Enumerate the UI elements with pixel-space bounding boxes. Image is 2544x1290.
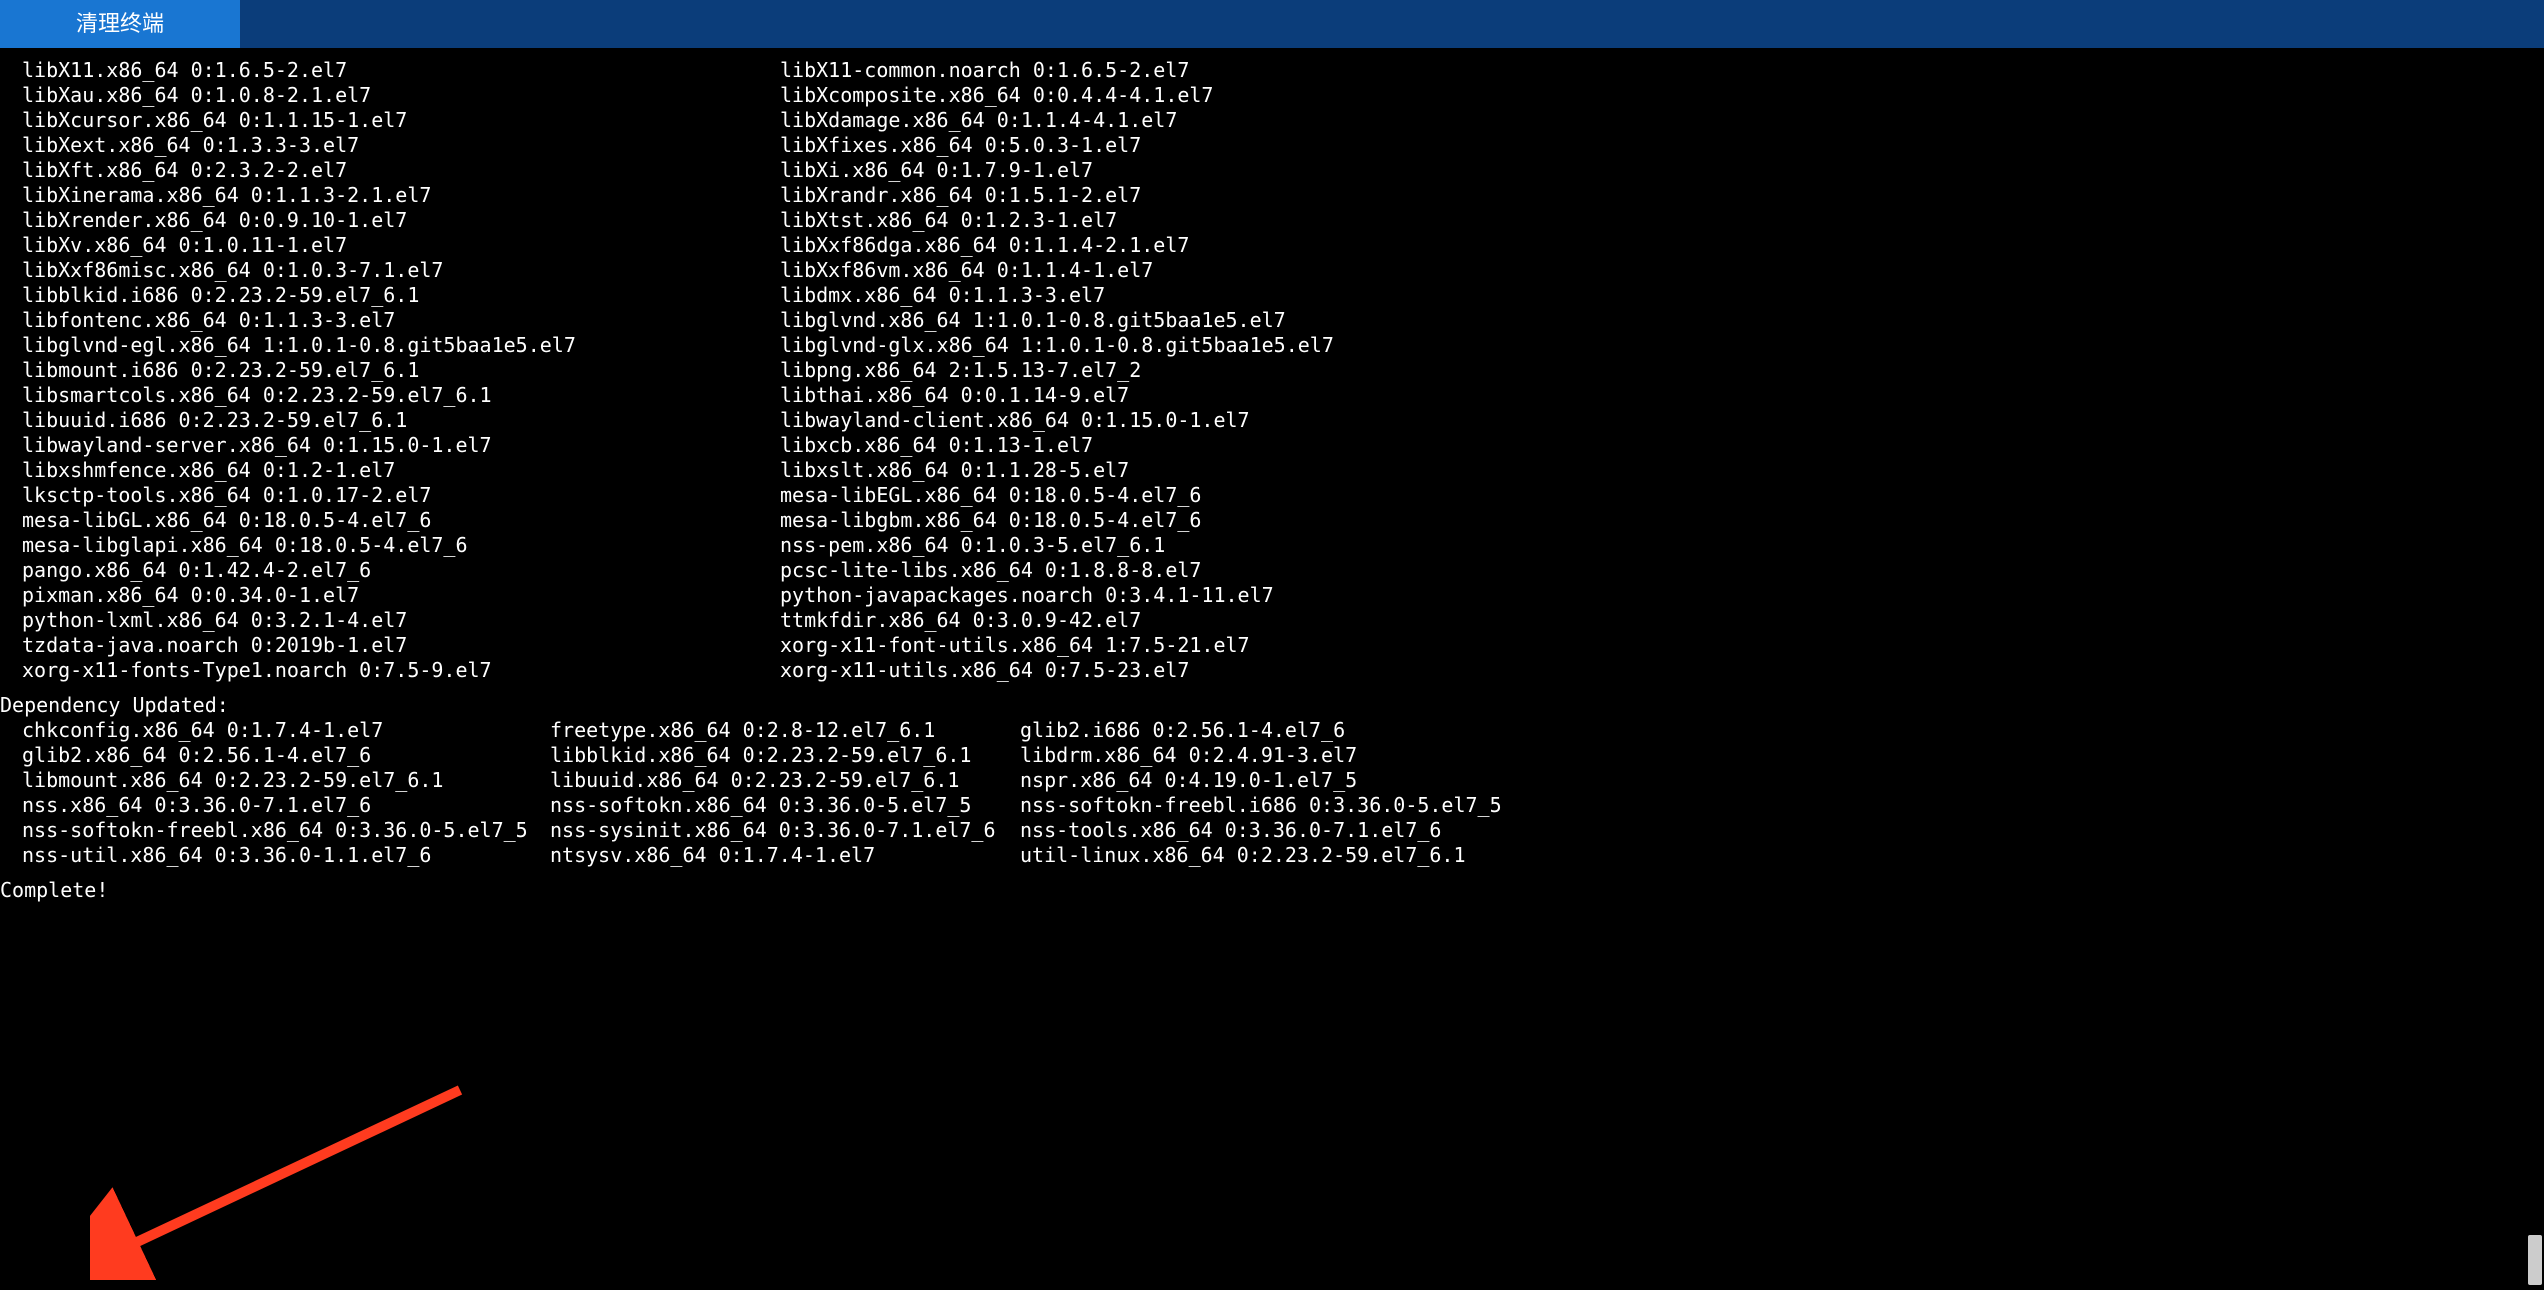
pkg-line: mesa-libgbm.x86_64 0:18.0.5-4.el7_6 [780, 508, 1334, 533]
pkg-line: libXft.x86_64 0:2.3.2-2.el7 [22, 158, 780, 183]
pkg-line: libxcb.x86_64 0:1.13-1.el7 [780, 433, 1334, 458]
pkg-line: python-lxml.x86_64 0:3.2.1-4.el7 [22, 608, 780, 633]
header-bar: 清理终端 [0, 0, 2544, 48]
pkg-line: xorg-x11-fonts-Type1.noarch 0:7.5-9.el7 [22, 658, 780, 683]
pkg-line: libXdamage.x86_64 0:1.1.4-4.1.el7 [780, 108, 1334, 133]
scrollbar-thumb[interactable] [2528, 1235, 2542, 1285]
pkg-line: libglvnd-egl.x86_64 1:1.0.1-0.8.git5baa1… [22, 333, 780, 358]
pkg-line: libXxf86misc.x86_64 0:1.0.3-7.1.el7 [22, 258, 780, 283]
pkg-line: freetype.x86_64 0:2.8-12.el7_6.1 [550, 718, 1020, 743]
pkg-line: pango.x86_64 0:1.42.4-2.el7_6 [22, 558, 780, 583]
pkg-line: libdmx.x86_64 0:1.1.3-3.el7 [780, 283, 1334, 308]
pkg-line: xorg-x11-font-utils.x86_64 1:7.5-21.el7 [780, 633, 1334, 658]
pkg-line: libglvnd.x86_64 1:1.0.1-0.8.git5baa1e5.e… [780, 308, 1334, 333]
pkg-line: glib2.i686 0:2.56.1-4.el7_6 [1020, 718, 1502, 743]
pkg-line: libwayland-server.x86_64 0:1.15.0-1.el7 [22, 433, 780, 458]
pkg-line: ntsysv.x86_64 0:1.7.4-1.el7 [550, 843, 1020, 868]
installed-packages-section: libX11.x86_64 0:1.6.5-2.el7 libXau.x86_6… [0, 58, 2544, 683]
dep-column-a: chkconfig.x86_64 0:1.7.4-1.el7 glib2.x86… [0, 718, 550, 868]
pkg-line: chkconfig.x86_64 0:1.7.4-1.el7 [22, 718, 550, 743]
pkg-line: libpng.x86_64 2:1.5.13-7.el7_2 [780, 358, 1334, 383]
pkg-line: libfontenc.x86_64 0:1.1.3-3.el7 [22, 308, 780, 333]
pkg-line: libblkid.i686 0:2.23.2-59.el7_6.1 [22, 283, 780, 308]
pkg-line: libglvnd-glx.x86_64 1:1.0.1-0.8.git5baa1… [780, 333, 1334, 358]
pkg-line: libXtst.x86_64 0:1.2.3-1.el7 [780, 208, 1334, 233]
pkg-line: nss-util.x86_64 0:3.36.0-1.1.el7_6 [22, 843, 550, 868]
pkg-line: libXi.x86_64 0:1.7.9-1.el7 [780, 158, 1334, 183]
pkg-line: nss-softokn-freebl.i686 0:3.36.0-5.el7_5 [1020, 793, 1502, 818]
pkg-line: nss-sysinit.x86_64 0:3.36.0-7.1.el7_6 [550, 818, 1020, 843]
pkg-line: libXinerama.x86_64 0:1.1.3-2.1.el7 [22, 183, 780, 208]
pkg-line: nss-softokn-freebl.x86_64 0:3.36.0-5.el7… [22, 818, 550, 843]
packages-right-column: libX11-common.noarch 0:1.6.5-2.el7 libXc… [780, 58, 1334, 683]
pkg-line: libmount.i686 0:2.23.2-59.el7_6.1 [22, 358, 780, 383]
pkg-line: mesa-libEGL.x86_64 0:18.0.5-4.el7_6 [780, 483, 1334, 508]
dep-column-c: glib2.i686 0:2.56.1-4.el7_6 libdrm.x86_6… [1020, 718, 1502, 868]
pkg-line: nspr.x86_64 0:4.19.0-1.el7_5 [1020, 768, 1502, 793]
pkg-line: lksctp-tools.x86_64 0:1.0.17-2.el7 [22, 483, 780, 508]
pkg-line: libX11-common.noarch 0:1.6.5-2.el7 [780, 58, 1334, 83]
pkg-line: libXau.x86_64 0:1.0.8-2.1.el7 [22, 83, 780, 108]
dependency-updated-section: chkconfig.x86_64 0:1.7.4-1.el7 glib2.x86… [0, 718, 2544, 868]
pkg-line: libxshmfence.x86_64 0:1.2-1.el7 [22, 458, 780, 483]
pkg-line: libthai.x86_64 0:0.1.14-9.el7 [780, 383, 1334, 408]
dep-column-b: freetype.x86_64 0:2.8-12.el7_6.1 libblki… [550, 718, 1020, 868]
pkg-line: libdrm.x86_64 0:2.4.91-3.el7 [1020, 743, 1502, 768]
pkg-line: libuuid.x86_64 0:2.23.2-59.el7_6.1 [550, 768, 1020, 793]
clear-button-label: 清理终端 [76, 10, 164, 38]
complete-status: Complete! [0, 878, 2544, 903]
terminal-output: libX11.x86_64 0:1.6.5-2.el7 libXau.x86_6… [0, 48, 2544, 903]
pkg-line: libXrandr.x86_64 0:1.5.1-2.el7 [780, 183, 1334, 208]
pkg-line: libsmartcols.x86_64 0:2.23.2-59.el7_6.1 [22, 383, 780, 408]
pkg-line: libX11.x86_64 0:1.6.5-2.el7 [22, 58, 780, 83]
pkg-line: libXext.x86_64 0:1.3.3-3.el7 [22, 133, 780, 158]
pkg-line: util-linux.x86_64 0:2.23.2-59.el7_6.1 [1020, 843, 1502, 868]
pkg-line: nss-tools.x86_64 0:3.36.0-7.1.el7_6 [1020, 818, 1502, 843]
pkg-line: libXxf86vm.x86_64 0:1.1.4-1.el7 [780, 258, 1334, 283]
pkg-line: mesa-libGL.x86_64 0:18.0.5-4.el7_6 [22, 508, 780, 533]
pkg-line: ttmkfdir.x86_64 0:3.0.9-42.el7 [780, 608, 1334, 633]
pkg-line: pixman.x86_64 0:0.34.0-1.el7 [22, 583, 780, 608]
pkg-line: python-javapackages.noarch 0:3.4.1-11.el… [780, 583, 1334, 608]
packages-left-column: libX11.x86_64 0:1.6.5-2.el7 libXau.x86_6… [0, 58, 780, 683]
pkg-line: libXcursor.x86_64 0:1.1.15-1.el7 [22, 108, 780, 133]
pkg-line: libXcomposite.x86_64 0:0.4.4-4.1.el7 [780, 83, 1334, 108]
annotation-arrow-icon [90, 1080, 490, 1280]
pkg-line: libXrender.x86_64 0:0.9.10-1.el7 [22, 208, 780, 233]
pkg-line: tzdata-java.noarch 0:2019b-1.el7 [22, 633, 780, 658]
dependency-updated-header: Dependency Updated: [0, 693, 2544, 718]
pkg-line: nss-softokn.x86_64 0:3.36.0-5.el7_5 [550, 793, 1020, 818]
pkg-line: libXv.x86_64 0:1.0.11-1.el7 [22, 233, 780, 258]
pkg-line: libXxf86dga.x86_64 0:1.1.4-2.1.el7 [780, 233, 1334, 258]
pkg-line: xorg-x11-utils.x86_64 0:7.5-23.el7 [780, 658, 1334, 683]
pkg-line: libwayland-client.x86_64 0:1.15.0-1.el7 [780, 408, 1334, 433]
pkg-line: pcsc-lite-libs.x86_64 0:1.8.8-8.el7 [780, 558, 1334, 583]
pkg-line: mesa-libglapi.x86_64 0:18.0.5-4.el7_6 [22, 533, 780, 558]
clear-terminal-button[interactable]: 清理终端 [0, 0, 240, 48]
pkg-line: libxslt.x86_64 0:1.1.28-5.el7 [780, 458, 1334, 483]
pkg-line: libmount.x86_64 0:2.23.2-59.el7_6.1 [22, 768, 550, 793]
pkg-line: libblkid.x86_64 0:2.23.2-59.el7_6.1 [550, 743, 1020, 768]
pkg-line: nss-pem.x86_64 0:1.0.3-5.el7_6.1 [780, 533, 1334, 558]
pkg-line: libuuid.i686 0:2.23.2-59.el7_6.1 [22, 408, 780, 433]
pkg-line: libXfixes.x86_64 0:5.0.3-1.el7 [780, 133, 1334, 158]
pkg-line: nss.x86_64 0:3.36.0-7.1.el7_6 [22, 793, 550, 818]
scrollbar-track[interactable] [2526, 48, 2544, 1290]
pkg-line: glib2.x86_64 0:2.56.1-4.el7_6 [22, 743, 550, 768]
